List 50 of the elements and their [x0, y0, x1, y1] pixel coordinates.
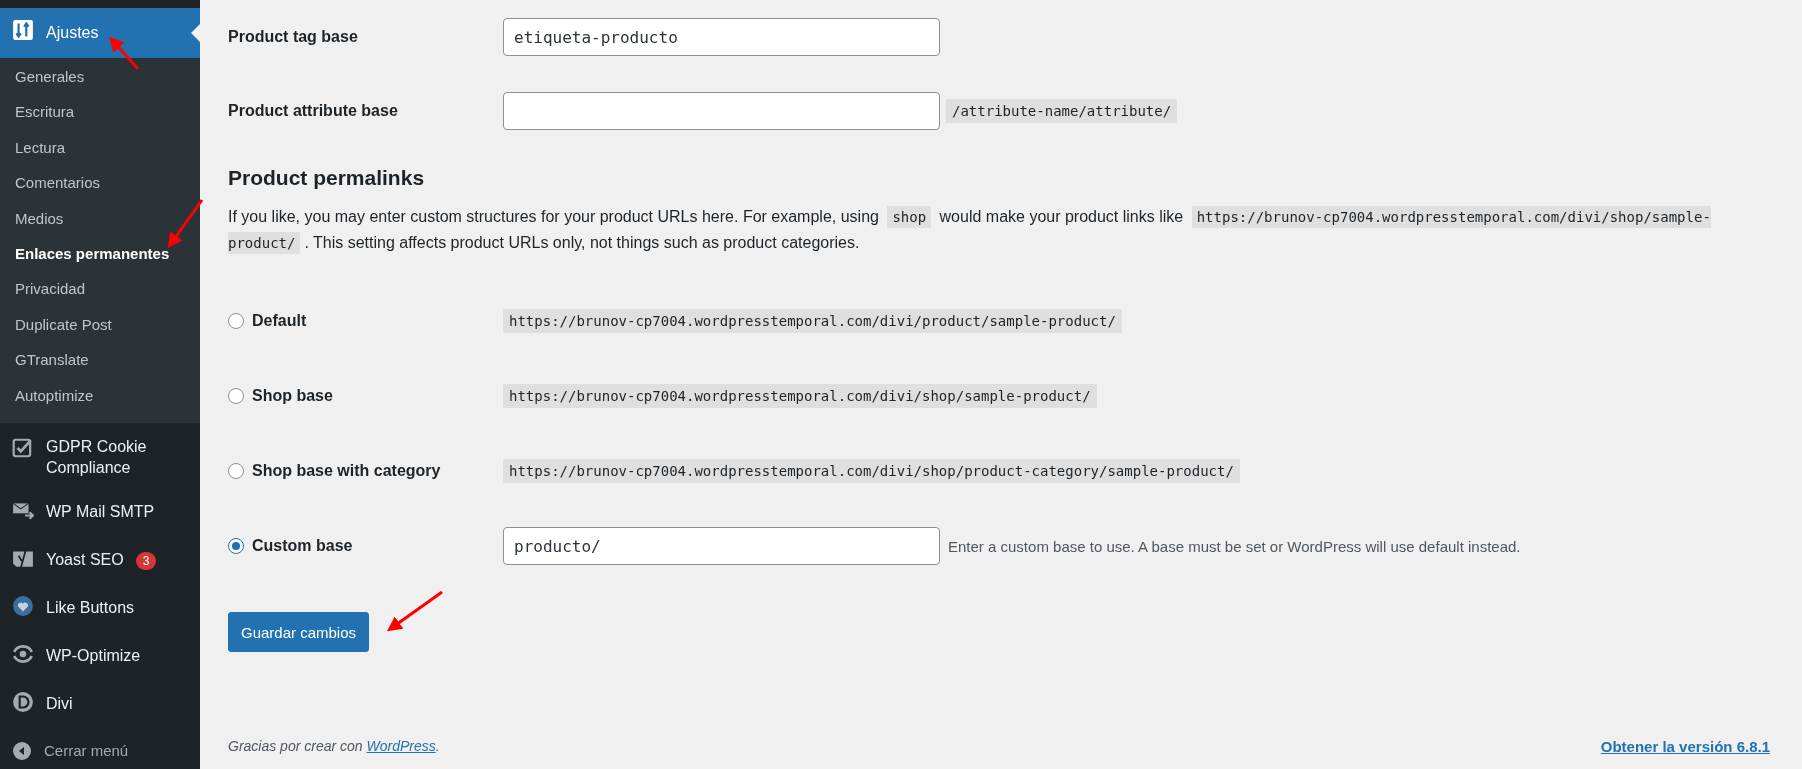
wordpress-link[interactable]: WordPress [366, 738, 436, 754]
menu-item[interactable]: Divi [0, 682, 200, 727]
radio-option[interactable]: Shop base with category [228, 462, 503, 480]
letter-d-icon [12, 690, 34, 713]
collapse-menu-button[interactable]: Cerrar menú [0, 730, 200, 769]
save-button[interactable]: Guardar cambios [228, 612, 370, 652]
text-field[interactable]: producto/ [503, 527, 940, 565]
radio-option[interactable]: Shop base [228, 387, 503, 405]
text-field[interactable] [503, 92, 940, 130]
field-label: Product tag base [228, 28, 359, 46]
checkbox-icon [12, 436, 34, 459]
text-field[interactable]: etiqueta-producto [503, 18, 940, 56]
example-url: https://brunov-cp7004.wordpresstemporal.com/divi/shop/product-category/sample-product/ [503, 459, 1240, 483]
eye-icon [12, 642, 34, 665]
radio-option[interactable]: Default [228, 312, 503, 330]
annotation-arrow [386, 590, 443, 632]
submenu-item[interactable]: Comentarios [0, 165, 200, 201]
radio-button[interactable] [228, 388, 244, 404]
submenu-item[interactable]: Autoptimize [0, 377, 200, 413]
menu-item[interactable]: Yoast SEO 3 [0, 538, 200, 583]
radio-button[interactable] [228, 313, 244, 329]
submenu-item[interactable]: Duplicate Post [0, 306, 200, 343]
example-url: https://brunov-cp7004.wordpresstemporal.com/divi/shop/sample-product/ [503, 384, 1097, 408]
submenu-item[interactable]: Generales [0, 59, 200, 95]
menu-item[interactable]: WP-Optimize [0, 634, 200, 679]
format-hint: /attribute-name/attribute/ [946, 99, 1178, 123]
annotation-arrow [109, 36, 140, 70]
menu-item[interactable]: WP Mail SMTP [0, 490, 200, 535]
version-link[interactable]: Obtener la versión 6.8.1 [1600, 738, 1770, 755]
submenu-item[interactable]: Medios [0, 200, 200, 236]
field-label: Product attribute base [228, 102, 399, 120]
submenu-item[interactable]: Enlaces permanentes [0, 235, 200, 272]
footer-text: Gracias por crear con WordPress. [228, 738, 440, 755]
submenu-item[interactable]: Lectura [0, 129, 200, 166]
submenu-item[interactable]: Escritura [0, 94, 200, 130]
submenu-item[interactable]: GTranslate [0, 342, 200, 378]
radio-button[interactable] [228, 538, 244, 554]
menu-item[interactable]: Ajustes [0, 8, 200, 58]
radio-option[interactable]: Custom base [228, 537, 503, 555]
menu-item[interactable]: Like Buttons [0, 586, 200, 631]
example-url: https://brunov-cp7004.wordpresstemporal.com/divi/product/sample-product/ [503, 309, 1122, 333]
menu-item[interactable]: GDPR Cookie Compliance [0, 428, 200, 487]
annotation-arrow [167, 199, 204, 249]
section-heading: Product permalinks [228, 166, 426, 190]
collapse-icon [12, 740, 32, 761]
submenu-item[interactable]: Privacidad [0, 271, 200, 307]
field-description: Enter a custom base to use. A base must be set or WordPress will use default instead. [948, 537, 1521, 555]
sliders-icon [12, 19, 34, 41]
radio-button[interactable] [228, 463, 244, 479]
notification-count: 3 [135, 551, 157, 570]
